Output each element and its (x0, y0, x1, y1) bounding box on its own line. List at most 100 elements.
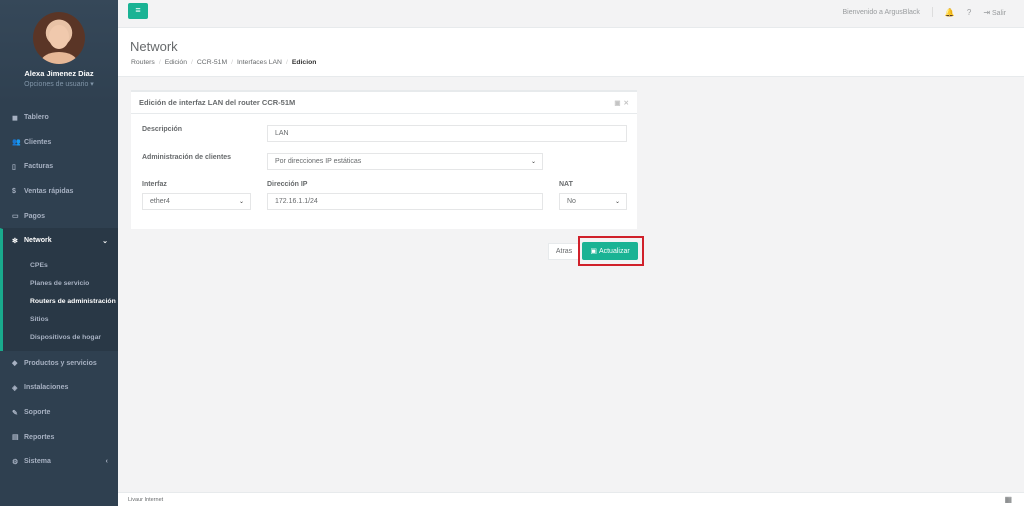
sidebar-item-clientes[interactable]: 👥 Clientes (0, 130, 118, 155)
chevron-down-icon: ⌄ (530, 159, 536, 165)
edit-interface-panel: Edición de interfaz LAN del router CCR-5… (131, 90, 637, 229)
nat-select[interactable]: No ⌄ (559, 193, 627, 210)
top-right-area: Bienvenido a ArgusBlack 🔔 ? ⇥ Salir (842, 7, 1006, 17)
panel-title: Edición de interfaz LAN del router CCR-5… (139, 98, 296, 107)
panel-tools: ▣ ✕ (614, 99, 629, 107)
network-submenu: CPEs Planes de servicio Routers de admin… (0, 252, 118, 351)
divider (931, 7, 933, 17)
page-title: Network (130, 39, 178, 54)
update-label: Actualizar (598, 247, 630, 255)
interfaz-select[interactable]: ether4 ⌄ (142, 193, 251, 210)
sidebar-item-label: Reportes (24, 433, 55, 441)
submenu-item-routers[interactable]: Routers de administración (3, 292, 118, 310)
welcome-text: Bienvenido a ArgusBlack (842, 8, 920, 16)
profile-block: Alexa Jimenez Diaz Opciones de usuario ▾ (0, 0, 118, 105)
nat-label: NAT (559, 181, 573, 188)
interfaz-value: ether4 (150, 198, 170, 205)
breadcrumb-separator: / (285, 59, 288, 66)
profile-name: Alexa Jimenez Diaz (24, 69, 94, 78)
sidebar-item-instalaciones[interactable]: ◈ Instalaciones (0, 375, 118, 400)
users-icon: 👥 (12, 139, 21, 147)
sidebar-item-productos[interactable]: ◆ Productos y servicios (0, 351, 118, 376)
chevron-down-icon: ⌄ (238, 199, 244, 205)
descripcion-label: Descripción (142, 126, 183, 133)
menu-toggle-button[interactable]: ≡ (128, 3, 148, 19)
sidebar: Alexa Jimenez Diaz Opciones de usuario ▾… (0, 0, 118, 506)
save-icon[interactable]: ▣ (614, 99, 620, 107)
avatar-body (41, 52, 77, 64)
sidebar-item-pagos[interactable]: ▭ Pagos (0, 203, 118, 228)
logout-label: Salir (991, 9, 1006, 17)
hamburger-icon: ≡ (135, 5, 141, 15)
submenu-item-sitios[interactable]: Sitios (3, 310, 118, 328)
sidebar-item-soporte[interactable]: ✎ Soporte (0, 400, 118, 425)
sidebar-item-sistema[interactable]: ⚙ Sistema ‹ (0, 449, 118, 474)
sidebar-item-label: Pagos (24, 212, 46, 220)
file-icon: ▯ (12, 163, 16, 171)
sidebar-item-label: Clientes (24, 138, 52, 146)
footer-text: Livaur Internet (128, 497, 164, 503)
dashboard-icon: ◼ (12, 114, 18, 122)
sidebar-nav: ◼ Tablero 👥 Clientes ▯ Facturas $ Ventas… (0, 105, 118, 474)
page-heading: Network Routers / Edición / CCR-51M / Inter… (118, 28, 1024, 77)
interfaz-label: Interfaz (142, 181, 167, 188)
tag-icon: ◆ (12, 360, 18, 368)
breadcrumb-item-router[interactable]: CCR-51M (197, 59, 227, 66)
back-button[interactable]: Atras (548, 243, 580, 260)
panel-header: Edición de interfaz LAN del router CCR-5… (131, 92, 637, 114)
descripcion-input[interactable]: LAN (267, 125, 627, 142)
sidebar-item-label: Tablero (24, 114, 49, 122)
chevron-left-icon: ‹ (105, 458, 108, 466)
chevron-down-icon: ⌄ (614, 199, 620, 205)
admin-clientes-select[interactable]: Por direcciones IP estáticas ⌄ (267, 153, 543, 170)
sidebar-item-label: Facturas (24, 163, 54, 171)
bell-icon[interactable]: 🔔 (945, 8, 955, 17)
breadcrumb-separator: / (158, 59, 161, 66)
sidebar-item-reportes[interactable]: ▤ Reportes (0, 424, 118, 449)
wrench-icon: ✎ (12, 409, 18, 417)
breadcrumb-item-edicion[interactable]: Edición (165, 59, 187, 66)
breadcrumb-item-current: Edicion (291, 59, 317, 66)
top-navbar: ≡ Bienvenido a ArgusBlack 🔔 ? ⇥ Salir (118, 0, 1024, 28)
help-icon[interactable]: ? (967, 8, 971, 17)
gears-icon: ⚙ (12, 458, 19, 466)
ip-label: Dirección IP (267, 181, 308, 188)
sign-out-icon: ⇥ (983, 7, 991, 17)
money-icon: ▭ (12, 213, 19, 221)
admin-clientes-label: Administración de clientes (142, 154, 232, 161)
sidebar-item-label: Productos y servicios (24, 359, 97, 367)
network-icon: ✻ (12, 237, 18, 245)
sidebar-item-label: Network (24, 237, 52, 245)
user-options-dropdown[interactable]: Opciones de usuario ▾ (0, 80, 118, 88)
submenu-item-cpes[interactable]: CPEs (3, 256, 118, 274)
sidebar-item-label: Ventas rápidas (24, 188, 74, 196)
breadcrumb-separator: / (231, 59, 233, 66)
breadcrumb: Routers / Edición / CCR-51M / Interfaces LA… (131, 59, 316, 66)
breadcrumb-item-routers[interactable]: Routers (131, 59, 155, 66)
sidebar-item-ventas[interactable]: $ Ventas rápidas (0, 179, 118, 204)
breadcrumb-item-interfaces[interactable]: Interfaces LAN (237, 59, 282, 66)
footer: Livaur Internet ▦ (118, 492, 1024, 506)
ip-input[interactable]: 172.16.1.1/24 (267, 193, 543, 210)
sidebar-item-label: Instalaciones (24, 384, 69, 392)
sidebar-item-tablero[interactable]: ◼ Tablero (0, 105, 118, 130)
admin-clientes-value: Por direcciones IP estáticas (275, 158, 362, 165)
sidebar-item-label: Sistema (24, 458, 51, 466)
dollar-icon: $ (12, 188, 16, 196)
sidebar-item-label: Soporte (24, 409, 51, 417)
breadcrumb-separator: / (191, 59, 193, 66)
submenu-item-planes[interactable]: Planes de servicio (3, 274, 118, 292)
chat-icon[interactable]: ▦ (1004, 495, 1012, 504)
save-icon: ▣ (590, 248, 597, 255)
avatar[interactable] (33, 12, 85, 64)
book-icon: ▤ (12, 434, 19, 442)
close-icon[interactable]: ✕ (624, 99, 629, 107)
avatar-face (49, 25, 69, 49)
sidebar-item-facturas[interactable]: ▯ Facturas (0, 154, 118, 179)
logout-link[interactable]: ⇥ Salir (983, 8, 1006, 17)
submenu-item-dispositivos[interactable]: Dispositivos de hogar (3, 328, 118, 346)
sidebar-item-network[interactable]: ✻ Network ⌄ (0, 227, 118, 253)
diamond-icon: ◈ (12, 384, 18, 392)
update-button[interactable]: ▣ Actualizar (582, 242, 638, 260)
nat-value: No (567, 198, 576, 205)
